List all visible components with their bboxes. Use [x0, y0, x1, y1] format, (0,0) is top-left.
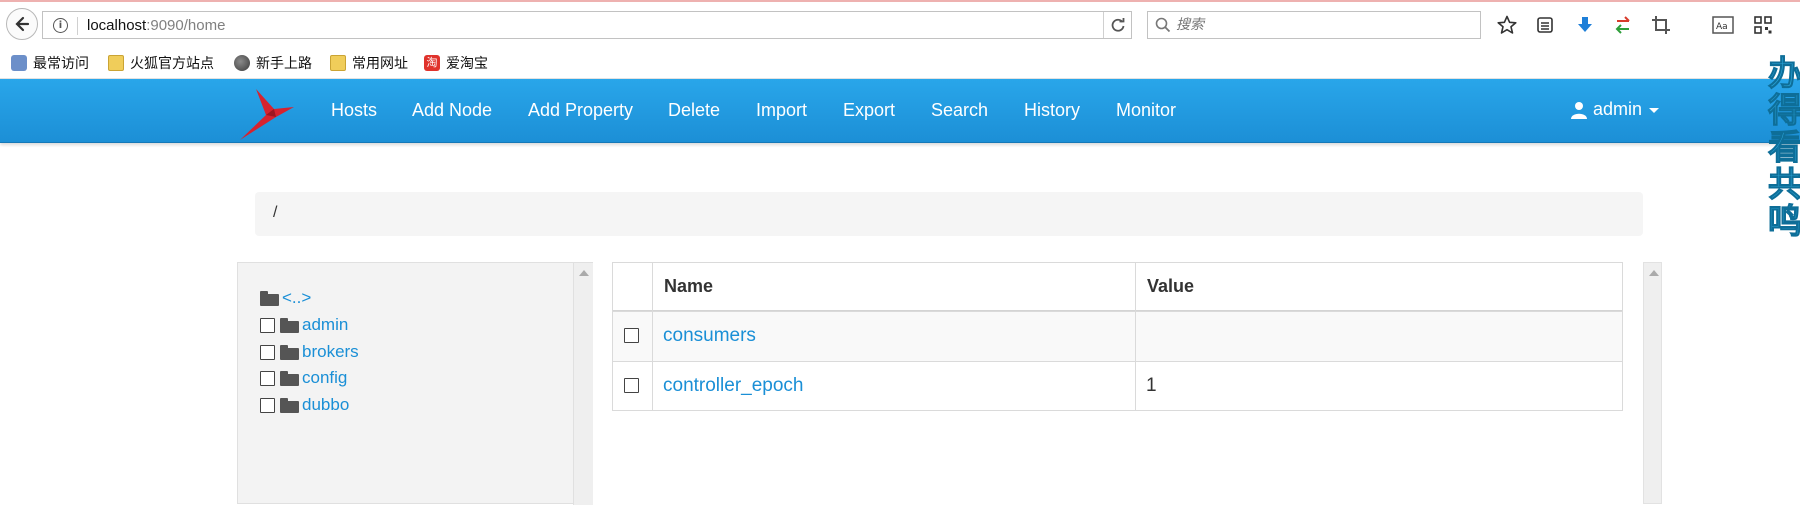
row-value: 1 [1146, 375, 1157, 396]
bookmark-label: 最常访问 [33, 56, 89, 72]
folder-icon [260, 290, 279, 306]
url-bar[interactable]: i localhost:9090/home [42, 11, 1132, 39]
nav-import[interactable]: Import [756, 100, 807, 121]
bookmark-common-sites[interactable]: 常用网址 [330, 54, 408, 72]
table-row-select-cell [612, 311, 653, 362]
row-checkbox[interactable] [624, 328, 639, 343]
user-icon [1571, 101, 1587, 119]
reload-button[interactable] [1103, 12, 1132, 38]
search-bar[interactable] [1147, 11, 1481, 39]
column-name-header: Name [664, 276, 714, 296]
nav-add-node[interactable]: Add Node [412, 100, 492, 121]
nav-add-property[interactable]: Add Property [528, 100, 633, 121]
chevron-down-icon [1649, 108, 1660, 113]
table-row-select-cell [612, 361, 653, 411]
tree-item-label[interactable]: config [302, 368, 347, 388]
user-name: admin [1593, 99, 1643, 119]
table-row-value-cell: 1 [1135, 361, 1623, 411]
bookmark-getting-started[interactable]: 新手上路 [234, 54, 312, 72]
url-separator [77, 17, 78, 35]
bird-logo-icon[interactable] [236, 85, 296, 141]
table-header-select [612, 262, 653, 312]
url-path: :9090/home [146, 17, 226, 34]
most-visited-icon [11, 55, 27, 71]
url-text[interactable]: localhost:9090/home [87, 17, 225, 34]
folder-icon [280, 344, 299, 360]
globe-icon [234, 55, 250, 71]
nav-monitor[interactable]: Monitor [1116, 100, 1176, 121]
reading-list-icon[interactable] [1534, 14, 1556, 36]
qr-code-icon[interactable] [1752, 14, 1774, 36]
tree-checkbox[interactable] [260, 317, 275, 333]
user-menu[interactable]: admin [1570, 99, 1660, 120]
folder-icon [280, 317, 299, 333]
nav-delete[interactable]: Delete [668, 100, 720, 121]
tree-parent-link[interactable]: <..> [282, 288, 311, 308]
side-overlay-text: 办得看共鸣 [1768, 54, 1800, 242]
sync-icon[interactable] [1612, 14, 1634, 36]
breadcrumb-path[interactable]: / [273, 204, 277, 222]
taobao-icon: 淘 [424, 55, 440, 71]
folder-icon [280, 370, 299, 386]
tree-scrollbar[interactable] [573, 263, 593, 505]
tree-item-dubbo[interactable]: dubbo [260, 394, 349, 416]
bookmarks-bar: 最常访问 火狐官方站点 新手上路 常用网址 淘 爱淘宝 [0, 46, 1800, 79]
table-header-name: Name [652, 262, 1136, 312]
browser-toolbar: i localhost:9090/home Aa [0, 2, 1800, 46]
column-value-header: Value [1147, 276, 1195, 296]
bookmark-most-visited[interactable]: 最常访问 [11, 54, 89, 72]
svg-text:Aa: Aa [1716, 22, 1728, 32]
reader-icon[interactable]: Aa [1712, 14, 1734, 36]
folder-icon [108, 55, 124, 71]
tree-item-label[interactable]: dubbo [302, 395, 349, 415]
back-button[interactable] [6, 8, 38, 40]
folder-icon [330, 55, 346, 71]
bookmark-label: 常用网址 [352, 56, 408, 72]
search-input[interactable] [1176, 16, 1466, 34]
tree-checkbox[interactable] [260, 344, 275, 360]
row-checkbox[interactable] [624, 378, 639, 393]
bookmark-firefox-official[interactable]: 火狐官方站点 [108, 54, 214, 72]
tree-item-label[interactable]: admin [302, 315, 348, 335]
row-name-link[interactable]: controller_epoch [663, 375, 803, 397]
tree-item-label[interactable]: brokers [302, 342, 359, 362]
crop-icon[interactable] [1650, 14, 1672, 36]
nav-hosts[interactable]: Hosts [331, 100, 377, 121]
bookmark-label: 爱淘宝 [446, 56, 488, 72]
row-name-link[interactable]: consumers [663, 325, 756, 347]
nav-history[interactable]: History [1024, 100, 1080, 121]
star-icon[interactable] [1496, 14, 1518, 36]
breadcrumb: / [255, 192, 1643, 236]
app-navbar: Hosts Add Node Add Property Delete Impor… [0, 79, 1800, 143]
tree-checkbox[interactable] [260, 397, 275, 413]
tree-item-admin[interactable]: admin [260, 314, 348, 336]
tree-panel: <..> admin brokers config dubbo [237, 262, 593, 505]
url-host: localhost [87, 17, 147, 34]
tree-item-brokers[interactable]: brokers [260, 341, 359, 363]
properties-table: Name Value consumers controller_epoch 1 [612, 262, 1623, 412]
nav-search[interactable]: Search [931, 100, 988, 121]
bookmark-label: 火狐官方站点 [130, 56, 214, 72]
nav-export[interactable]: Export [843, 100, 895, 121]
bookmark-ai-taobao[interactable]: 淘 爱淘宝 [424, 54, 488, 72]
download-icon[interactable] [1574, 14, 1596, 36]
scroll-up-arrow-icon[interactable] [579, 270, 589, 276]
tree-item-config[interactable]: config [260, 367, 347, 389]
table-row-value-cell [1135, 311, 1623, 362]
table-header-value: Value [1135, 262, 1623, 312]
bookmark-label: 新手上路 [256, 56, 312, 72]
tree-checkbox[interactable] [260, 370, 275, 386]
content-scrollbar[interactable] [1643, 262, 1662, 504]
search-icon [1155, 17, 1171, 33]
folder-icon [280, 397, 299, 413]
arrow-left-icon [15, 16, 30, 32]
tree-parent-item[interactable]: <..> [260, 287, 311, 309]
reload-icon [1111, 18, 1125, 32]
table-row-name-cell: consumers [652, 311, 1136, 362]
scroll-up-arrow-icon[interactable] [1649, 270, 1659, 276]
table-row-name-cell: controller_epoch [652, 361, 1136, 411]
info-icon[interactable]: i [53, 18, 68, 33]
